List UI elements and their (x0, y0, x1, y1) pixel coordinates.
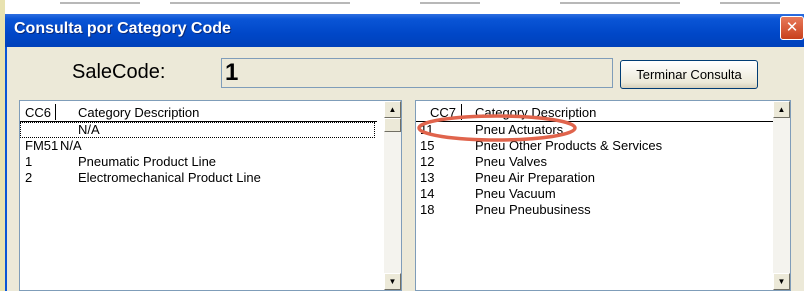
list-item[interactable]: 13 Pneu Air Preparation (416, 170, 771, 186)
background-spreadsheet-strip (0, 0, 804, 14)
close-icon: ✕ (785, 19, 799, 36)
scroll-down-button[interactable]: ▼ (773, 273, 790, 290)
scroll-up-button[interactable]: ▲ (384, 101, 401, 118)
cc6-list-header: CC6 Category Description (20, 101, 401, 122)
list-item-code: 18 (420, 202, 435, 217)
cc7-list-header: CC7 Category Description (416, 101, 790, 122)
list-item[interactable]: 1 Pneumatic Product Line (20, 154, 375, 170)
arrow-down-icon: ▼ (777, 277, 786, 286)
list-item[interactable]: FM51 N/A (20, 138, 375, 154)
cc7-listbox[interactable]: CC7 Category Description 11 Pneu Actuato… (415, 100, 791, 291)
list-item-code: 15 (420, 138, 435, 153)
list-item-description: Pneu Air Preparation (475, 170, 595, 185)
list-item-code: 1 (25, 154, 33, 169)
list-item[interactable]: 11 Pneu Actuators (416, 122, 771, 138)
list-item-description: Pneu Pneubusiness (475, 202, 591, 217)
cc6-description-header: Category Description (78, 105, 200, 120)
list-item-code: 11 (420, 122, 434, 137)
salecode-label: SaleCode: (72, 61, 166, 83)
scroll-down-button[interactable]: ▼ (384, 273, 401, 290)
list-item[interactable]: N/A (20, 122, 375, 138)
cc7-scrollbar[interactable]: ▲ ▼ (773, 101, 790, 290)
window-title: Consulta por Category Code (14, 20, 231, 37)
scroll-thumb[interactable] (384, 118, 401, 132)
list-item-code: 12 (420, 154, 435, 169)
list-item[interactable]: 12 Pneu Valves (416, 154, 771, 170)
list-item[interactable]: 14 Pneu Vacuum (416, 186, 771, 202)
list-item-description: Pneu Other Products & Services (475, 138, 663, 153)
salecode-value: 1 (225, 59, 239, 86)
list-item-code: 2 (25, 170, 33, 185)
list-item[interactable]: 15 Pneu Other Products & Services (416, 138, 771, 154)
cc6-listbox[interactable]: CC6 Category Description N/A FM51 N/A 1 … (19, 100, 402, 291)
list-item-description: Pneu Valves (475, 154, 548, 169)
column-divider (461, 104, 462, 120)
list-item-code: 14 (420, 186, 435, 201)
list-item-code: FM51 (25, 138, 59, 153)
list-item-code: 13 (420, 170, 435, 185)
arrow-up-icon: ▲ (777, 105, 786, 114)
list-item-description: N/A (60, 138, 82, 153)
list-item-description: Pneu Vacuum (475, 186, 556, 201)
list-item-description: Electromechanical Product Line (78, 170, 261, 185)
title-bar[interactable]: Consulta por Category Code (5, 14, 804, 47)
list-item-description: Pneu Actuators (475, 122, 564, 137)
list-item-description: N/A (78, 122, 100, 137)
arrow-down-icon: ▼ (388, 277, 397, 286)
list-item[interactable]: 2 Electromechanical Product Line (20, 170, 375, 186)
column-divider (55, 104, 56, 120)
scroll-up-button[interactable]: ▲ (773, 101, 790, 118)
cc7-column-header: CC7 (430, 105, 457, 120)
cc6-scrollbar[interactable]: ▲ ▼ (384, 101, 401, 290)
cc7-description-header: Category Description (475, 105, 597, 120)
arrow-up-icon: ▲ (388, 105, 397, 114)
cc6-column-header: CC6 (25, 105, 52, 120)
terminar-consulta-button[interactable]: Terminar Consulta (620, 60, 758, 89)
list-item[interactable]: 18 Pneu Pneubusiness (416, 202, 771, 218)
close-button[interactable]: ✕ (780, 16, 804, 40)
salecode-field[interactable]: 1 (221, 58, 613, 88)
list-item-description: Pneumatic Product Line (78, 154, 217, 169)
